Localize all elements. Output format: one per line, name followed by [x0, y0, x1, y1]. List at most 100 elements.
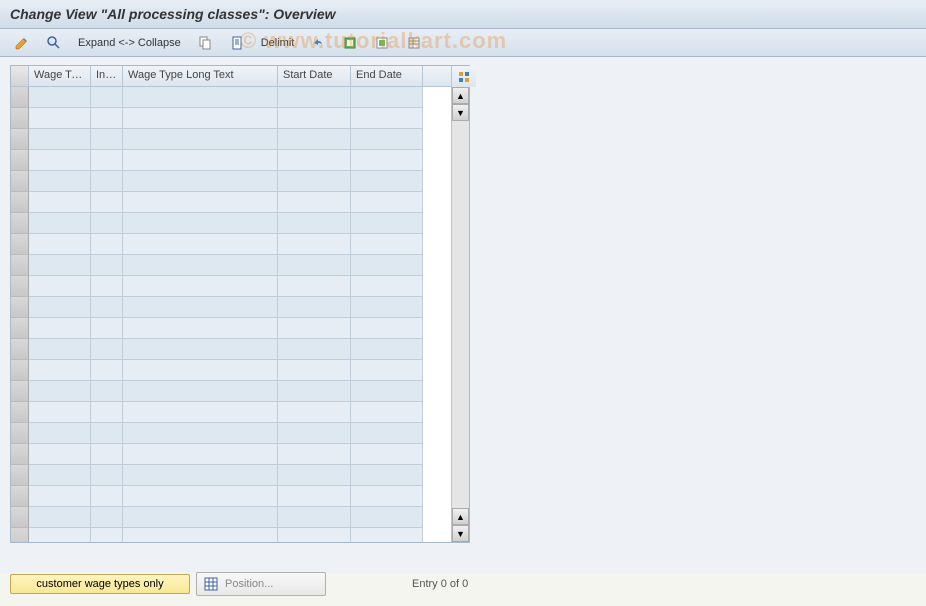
cell-start-date[interactable]: [278, 486, 351, 507]
row-selector[interactable]: [11, 213, 29, 234]
cell-inf[interactable]: [91, 213, 123, 234]
new-entries-button[interactable]: [223, 32, 251, 54]
cell-inf[interactable]: [91, 507, 123, 528]
cell-end-date[interactable]: [351, 213, 423, 234]
row-selector[interactable]: [11, 171, 29, 192]
select-all-button[interactable]: [336, 32, 364, 54]
cell-long-text[interactable]: [123, 528, 278, 542]
cell-wage-type[interactable]: [29, 213, 91, 234]
table-row[interactable]: [11, 528, 451, 542]
cell-start-date[interactable]: [278, 402, 351, 423]
toggle-edit-button[interactable]: [8, 32, 36, 54]
cell-start-date[interactable]: [278, 150, 351, 171]
cell-long-text[interactable]: [123, 507, 278, 528]
col-header-end-date[interactable]: End Date: [351, 66, 423, 86]
table-row[interactable]: [11, 423, 451, 444]
cell-long-text[interactable]: [123, 423, 278, 444]
details-button[interactable]: [40, 32, 68, 54]
col-header-inf[interactable]: Inf...: [91, 66, 123, 86]
cell-end-date[interactable]: [351, 423, 423, 444]
cell-start-date[interactable]: [278, 381, 351, 402]
cell-wage-type[interactable]: [29, 129, 91, 150]
cell-end-date[interactable]: [351, 276, 423, 297]
cell-inf[interactable]: [91, 486, 123, 507]
table-row[interactable]: [11, 150, 451, 171]
cell-end-date[interactable]: [351, 381, 423, 402]
cell-start-date[interactable]: [278, 339, 351, 360]
cell-wage-type[interactable]: [29, 465, 91, 486]
scroll-down-button[interactable]: ▼: [452, 104, 469, 121]
cell-wage-type[interactable]: [29, 528, 91, 542]
cell-long-text[interactable]: [123, 381, 278, 402]
cell-end-date[interactable]: [351, 339, 423, 360]
cell-inf[interactable]: [91, 276, 123, 297]
cell-inf[interactable]: [91, 402, 123, 423]
table-row[interactable]: [11, 465, 451, 486]
cell-inf[interactable]: [91, 171, 123, 192]
cell-inf[interactable]: [91, 528, 123, 542]
cell-start-date[interactable]: [278, 465, 351, 486]
cell-start-date[interactable]: [278, 108, 351, 129]
config-button[interactable]: [400, 32, 428, 54]
cell-inf[interactable]: [91, 129, 123, 150]
row-selector[interactable]: [11, 381, 29, 402]
cell-wage-type[interactable]: [29, 255, 91, 276]
scroll-track[interactable]: [452, 121, 469, 508]
cell-start-date[interactable]: [278, 213, 351, 234]
cell-long-text[interactable]: [123, 486, 278, 507]
row-selector[interactable]: [11, 129, 29, 150]
cell-start-date[interactable]: [278, 423, 351, 444]
table-row[interactable]: [11, 297, 451, 318]
cell-wage-type[interactable]: [29, 339, 91, 360]
cell-end-date[interactable]: [351, 171, 423, 192]
cell-long-text[interactable]: [123, 87, 278, 108]
cell-inf[interactable]: [91, 465, 123, 486]
row-selector[interactable]: [11, 318, 29, 339]
cell-end-date[interactable]: [351, 528, 423, 542]
table-row[interactable]: [11, 486, 451, 507]
table-row[interactable]: [11, 255, 451, 276]
cell-wage-type[interactable]: [29, 381, 91, 402]
cell-end-date[interactable]: [351, 444, 423, 465]
table-row[interactable]: [11, 318, 451, 339]
row-selector[interactable]: [11, 87, 29, 108]
cell-start-date[interactable]: [278, 234, 351, 255]
row-selector[interactable]: [11, 528, 29, 542]
row-selector[interactable]: [11, 339, 29, 360]
cell-inf[interactable]: [91, 255, 123, 276]
undo-button[interactable]: [304, 32, 332, 54]
cell-inf[interactable]: [91, 360, 123, 381]
row-selector-header[interactable]: [11, 66, 29, 86]
cell-wage-type[interactable]: [29, 150, 91, 171]
cell-long-text[interactable]: [123, 297, 278, 318]
col-header-long-text[interactable]: Wage Type Long Text: [123, 66, 278, 86]
cell-wage-type[interactable]: [29, 108, 91, 129]
row-selector[interactable]: [11, 486, 29, 507]
table-settings-button[interactable]: [452, 66, 476, 87]
row-selector[interactable]: [11, 444, 29, 465]
col-header-start-date[interactable]: Start Date: [278, 66, 351, 86]
cell-inf[interactable]: [91, 444, 123, 465]
table-row[interactable]: [11, 108, 451, 129]
cell-start-date[interactable]: [278, 360, 351, 381]
cell-start-date[interactable]: [278, 528, 351, 542]
cell-inf[interactable]: [91, 108, 123, 129]
cell-start-date[interactable]: [278, 297, 351, 318]
table-row[interactable]: [11, 360, 451, 381]
cell-wage-type[interactable]: [29, 192, 91, 213]
cell-end-date[interactable]: [351, 129, 423, 150]
cell-start-date[interactable]: [278, 255, 351, 276]
cell-long-text[interactable]: [123, 129, 278, 150]
customer-wage-types-button[interactable]: customer wage types only: [10, 574, 190, 594]
cell-end-date[interactable]: [351, 234, 423, 255]
row-selector[interactable]: [11, 465, 29, 486]
row-selector[interactable]: [11, 276, 29, 297]
cell-wage-type[interactable]: [29, 276, 91, 297]
cell-long-text[interactable]: [123, 171, 278, 192]
cell-long-text[interactable]: [123, 402, 278, 423]
deselect-all-button[interactable]: [368, 32, 396, 54]
cell-inf[interactable]: [91, 318, 123, 339]
cell-inf[interactable]: [91, 234, 123, 255]
table-row[interactable]: [11, 192, 451, 213]
row-selector[interactable]: [11, 150, 29, 171]
